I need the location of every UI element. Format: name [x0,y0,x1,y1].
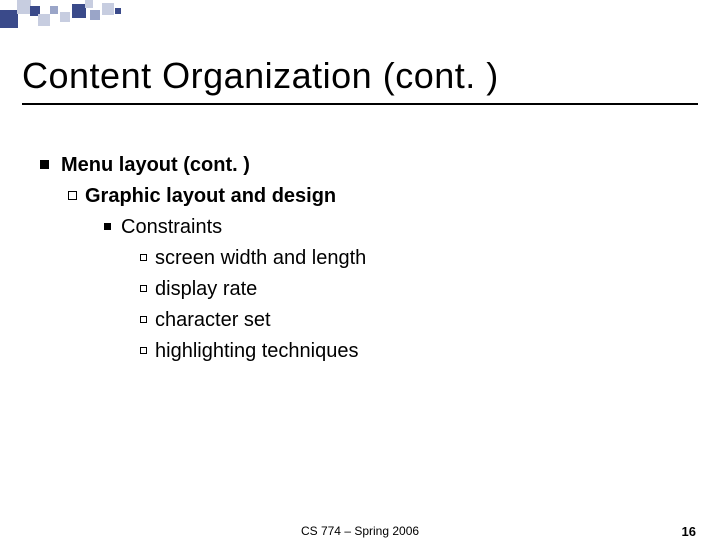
title-underline [22,103,698,105]
bullet-l2-text: Graphic layout and design [85,181,336,212]
square-hollow-icon [140,347,147,354]
footer-text: CS 774 – Spring 2006 [301,524,419,538]
square-filled-icon [104,223,111,230]
square-hollow-icon [140,254,147,261]
bullet-l4d-text: highlighting techniques [155,336,359,367]
bullet-l1-text: Menu layout (cont. ) [61,150,250,181]
square-filled-icon [40,160,49,169]
slide-decoration [0,0,720,40]
bullet-l3-text: Constraints [121,212,222,243]
square-hollow-icon [68,191,77,200]
bullet-l4a-text: screen width and length [155,243,366,274]
slide-number: 16 [682,524,696,539]
slide-body: Menu layout (cont. ) Graphic layout and … [40,150,366,367]
square-hollow-icon [140,285,147,292]
bullet-l4c-text: character set [155,305,271,336]
bullet-l4b-text: display rate [155,274,257,305]
square-hollow-icon [140,316,147,323]
slide-title: Content Organization (cont. ) [22,55,499,97]
